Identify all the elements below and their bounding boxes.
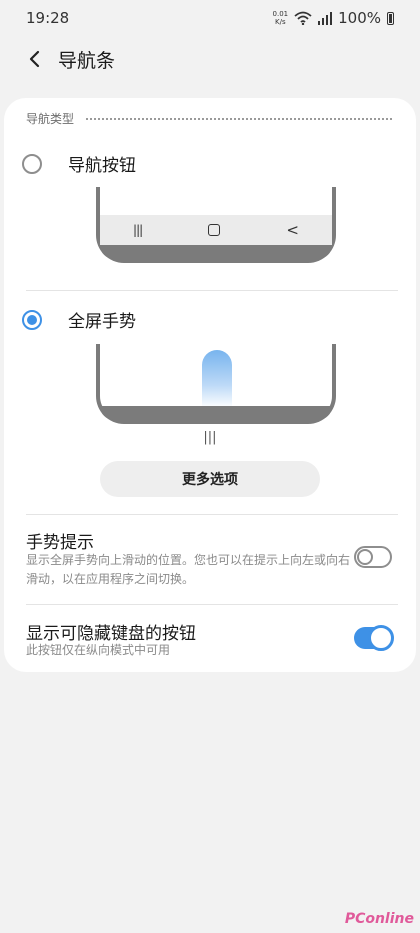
gesture-preview bbox=[96, 344, 336, 424]
back-icon: < bbox=[286, 221, 299, 239]
watermark-logo: PConline bbox=[344, 911, 414, 927]
recents-icon: ||| bbox=[133, 223, 143, 237]
option-label: 导航按钮 bbox=[68, 156, 136, 176]
gesture-hint-toggle[interactable] bbox=[354, 546, 392, 568]
section-header: 导航类型 bbox=[26, 110, 392, 127]
radio-full-screen-gestures[interactable] bbox=[22, 309, 42, 330]
chevron-left-icon bbox=[29, 50, 40, 68]
divider bbox=[26, 604, 398, 605]
nav-buttons-preview: ||| < bbox=[96, 187, 336, 263]
wifi-icon bbox=[294, 11, 312, 25]
navbar-preview-strip: ||| < bbox=[100, 215, 332, 245]
divider bbox=[26, 290, 398, 291]
section-title: 导航类型 bbox=[26, 112, 75, 126]
status-icons: 0.01 K/s 100% bbox=[273, 9, 394, 27]
app-header: 导航条 bbox=[0, 36, 420, 82]
toggle-knob bbox=[357, 549, 373, 565]
section-divider bbox=[86, 117, 392, 120]
speed-unit: K/s bbox=[275, 18, 286, 26]
page-title: 导航条 bbox=[58, 49, 116, 72]
network-speed: 0.01 K/s bbox=[273, 10, 289, 26]
option-nav-buttons[interactable]: 导航按钮 bbox=[22, 151, 136, 176]
radio-nav-buttons[interactable] bbox=[22, 153, 42, 174]
gesture-hint-title: 手势提示 bbox=[26, 533, 94, 553]
more-options-button[interactable]: 更多选项 bbox=[100, 461, 320, 497]
keyboard-button-toggle[interactable] bbox=[354, 625, 394, 651]
option-full-screen-gestures[interactable]: 全屏手势 bbox=[22, 307, 136, 332]
phone-bezel bbox=[100, 245, 332, 259]
keyboard-button-description: 此按钮仅在纵向模式中可用 bbox=[26, 643, 171, 657]
swipe-up-gesture-indicator bbox=[202, 350, 232, 408]
signal-icon bbox=[318, 11, 333, 25]
divider bbox=[26, 514, 398, 515]
battery-icon bbox=[387, 11, 394, 25]
gesture-hint-description: 显示全屏手势向上滑动的位置。您也可以在提示上向左或向右滑动，以在应用程序之间切换… bbox=[26, 553, 351, 586]
back-button[interactable] bbox=[14, 39, 54, 79]
gesture-handle-icon: ||| bbox=[203, 430, 217, 445]
status-time: 19:28 bbox=[26, 9, 70, 27]
battery-percent: 100% bbox=[338, 9, 381, 27]
home-icon bbox=[208, 224, 221, 236]
phone-bezel bbox=[100, 406, 332, 420]
status-bar: 19:28 0.01 K/s 100% bbox=[0, 0, 420, 36]
option-label: 全屏手势 bbox=[68, 312, 136, 332]
settings-card: 导航类型 导航按钮 ||| < 全屏手势 ||| 更多选项 手势提示 显示全屏手… bbox=[4, 98, 416, 672]
speed-value: 0.01 bbox=[272, 10, 289, 18]
toggle-knob bbox=[368, 625, 394, 651]
